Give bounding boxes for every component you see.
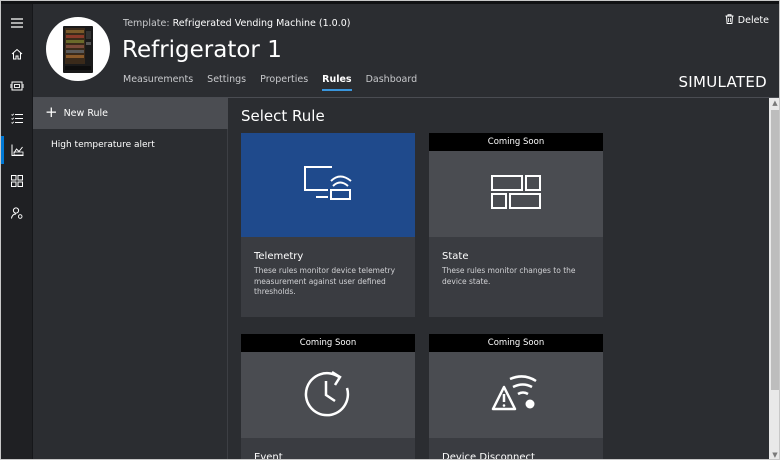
device-image xyxy=(46,17,110,81)
tab-measurements[interactable]: Measurements xyxy=(123,74,193,91)
rules-list-panel: + New Rule High temperature alert xyxy=(33,98,228,459)
checklist-icon[interactable] xyxy=(7,108,27,128)
rule-card-device-disconnect[interactable]: Coming Soon Device Disconnect xyxy=(429,334,603,460)
card-title: Event xyxy=(254,452,283,460)
device-header: Template: Refrigerated Vending Machine (… xyxy=(33,4,779,98)
analytics-icon[interactable] xyxy=(1,136,27,164)
section-title: Select Rule xyxy=(241,107,325,125)
device-disconnect-visual xyxy=(429,352,603,438)
menu-icon[interactable] xyxy=(7,13,27,33)
template-label: Template: xyxy=(123,18,170,29)
rule-card-event[interactable]: Coming Soon Event xyxy=(241,334,415,460)
state-visual xyxy=(429,151,603,237)
coming-soon-badge: Coming Soon xyxy=(429,334,603,352)
device-disconnect-icon xyxy=(490,371,542,419)
select-rule-area: Select Rule Telemetry These rules monito… xyxy=(229,98,769,460)
dashboard-grid-icon[interactable] xyxy=(7,171,27,191)
scrollbar-thumb[interactable] xyxy=(771,110,779,390)
template-info: Template: Refrigerated Vending Machine (… xyxy=(123,18,350,29)
telemetry-visual xyxy=(241,133,415,237)
delete-button[interactable]: Delete xyxy=(725,14,769,27)
plus-icon: + xyxy=(45,103,58,121)
card-title: Device Disconnect xyxy=(442,452,535,460)
new-rule-label: New Rule xyxy=(63,108,108,119)
vertical-scrollbar[interactable]: ▲ ▼ xyxy=(769,98,779,459)
page-title: Refrigerator 1 xyxy=(122,37,282,63)
scroll-up-icon[interactable]: ▲ xyxy=(771,99,779,107)
tab-settings[interactable]: Settings xyxy=(207,74,246,91)
left-nav-rail xyxy=(1,4,33,459)
telemetry-icon xyxy=(302,164,354,206)
admin-user-icon[interactable] xyxy=(7,203,27,223)
device-tabs: Measurements Settings Properties Rules D… xyxy=(123,74,417,91)
card-title: State xyxy=(442,251,469,262)
tab-rules[interactable]: Rules xyxy=(322,74,352,91)
rule-card-state[interactable]: Coming Soon State These rules monitor ch… xyxy=(429,133,603,317)
scroll-down-icon[interactable]: ▼ xyxy=(771,451,779,459)
event-icon xyxy=(301,368,355,422)
card-title: Telemetry xyxy=(254,251,304,262)
card-description: These rules monitor device telemetry mea… xyxy=(254,266,396,296)
coming-soon-badge: Coming Soon xyxy=(429,133,603,151)
delete-label: Delete xyxy=(737,15,769,26)
rule-card-telemetry[interactable]: Telemetry These rules monitor device tel… xyxy=(241,133,415,317)
state-icon xyxy=(490,174,542,214)
status-badge: SIMULATED xyxy=(678,73,767,91)
coming-soon-badge: Coming Soon xyxy=(241,334,415,352)
event-visual xyxy=(241,352,415,438)
app-window: Template: Refrigerated Vending Machine (… xyxy=(0,0,780,460)
new-rule-button[interactable]: + New Rule xyxy=(33,98,228,129)
template-value[interactable]: Refrigerated Vending Machine (1.0.0) xyxy=(173,18,351,29)
home-icon[interactable] xyxy=(7,44,27,64)
card-description: These rules monitor changes to the devic… xyxy=(442,266,576,286)
tab-properties[interactable]: Properties xyxy=(260,74,308,91)
trash-icon xyxy=(725,14,734,27)
list-item[interactable]: High temperature alert xyxy=(51,140,155,150)
tab-dashboard[interactable]: Dashboard xyxy=(366,74,418,91)
device-icon[interactable] xyxy=(7,76,27,96)
